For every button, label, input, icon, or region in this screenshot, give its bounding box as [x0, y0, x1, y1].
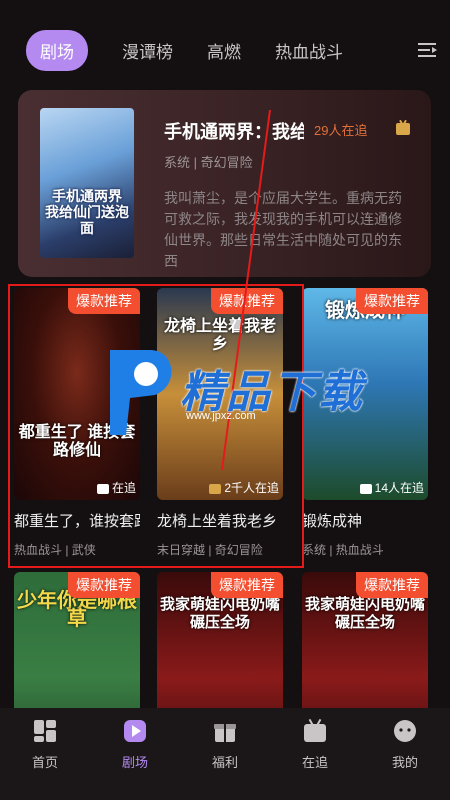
drama-card[interactable]: 龙椅上坐着我老乡 爆款推荐 2千人在追 龙椅上坐着我老乡 末日穿越 | 奇幻冒险	[157, 288, 283, 558]
drama-card[interactable]: 锻炼成神 爆款推荐 14人在追 锻炼成神 系统 | 热血战斗	[302, 288, 428, 558]
drama-cover-text: 都重生了 谁按套路修仙	[18, 424, 136, 459]
drama-cover-text: 我家萌娃闪电奶嘴 碾压全场	[304, 596, 425, 631]
nav-theater-label: 剧场	[121, 755, 148, 770]
profile-icon	[394, 720, 416, 742]
drama-tags: 热血战斗 | 武侠	[14, 543, 96, 557]
follow-count-text: 2千人在追	[224, 481, 279, 495]
tab-high-burn[interactable]: 高燃	[207, 38, 241, 63]
follow-tv-icon	[304, 718, 326, 742]
drama-cover[interactable]: 都重生了 谁按套路修仙 爆款推荐 在追	[14, 288, 140, 500]
nav-profile[interactable]: 我的	[360, 708, 450, 800]
hot-recommend-badge: 爆款推荐	[211, 572, 283, 598]
top-tab-bar: 剧场 漫谭榜 高燃 热血战斗	[0, 0, 450, 100]
drama-name: 龙椅上坐着我老乡	[157, 513, 278, 530]
featured-description: 我叫萧尘，是个应届大学生。重病无药可救之际，我发现我的手机可以连通修仙世界。那些…	[164, 190, 402, 269]
follow-count-text: 14人在追	[374, 481, 424, 495]
gift-icon	[214, 724, 236, 742]
drama-cover-text: 龙椅上坐着我老乡	[163, 318, 276, 353]
hot-recommend-badge: 爆款推荐	[211, 288, 283, 314]
drama-name: 锻炼成神	[302, 513, 363, 530]
nav-theater[interactable]: 剧场	[90, 708, 180, 800]
hot-recommend-badge: 爆款推荐	[356, 572, 428, 598]
drama-tags: 系统 | 热血战斗	[302, 543, 384, 557]
nav-home[interactable]: 首页	[0, 708, 90, 800]
follow-tv-icon	[359, 483, 372, 494]
follow-count-text: 在追	[111, 481, 136, 495]
hot-recommend-badge: 爆款推荐	[68, 288, 140, 314]
nav-following[interactable]: 在追	[270, 708, 360, 800]
drama-cover[interactable]: 龙椅上坐着我老乡 爆款推荐 2千人在追	[157, 288, 283, 500]
featured-cover[interactable]: 手机通两界 我给仙门送泡面	[40, 108, 134, 258]
home-grid-icon	[34, 720, 56, 742]
featured-title: 手机通两界：我给仙门送泡面	[164, 122, 304, 142]
drama-cover[interactable]: 锻炼成神 爆款推荐 14人在追	[302, 288, 428, 500]
featured-follow-count: 29人在追	[314, 123, 368, 138]
drama-tags: 末日穿越 | 奇幻冒险	[157, 543, 263, 557]
follow-count: 2千人在追	[209, 479, 279, 496]
featured-card[interactable]: 手机通两界 我给仙门送泡面 手机通两界：我给仙门送泡面 29人在追 系统 | 奇…	[18, 90, 431, 277]
tab-ranking[interactable]: 漫谭榜	[122, 38, 173, 63]
featured-cover-text: 手机通两界 我给仙门送泡面	[45, 188, 129, 236]
play-icon	[124, 720, 146, 742]
follow-count: 14人在追	[359, 479, 424, 496]
drama-name: 都重生了，谁按套路修仙	[14, 513, 140, 530]
hot-recommend-badge: 爆款推荐	[68, 572, 140, 598]
nav-following-label: 在追	[301, 755, 328, 770]
tab-theater[interactable]: 剧场	[26, 29, 88, 71]
follow-tv-icon	[96, 483, 109, 494]
nav-profile-label: 我的	[391, 755, 418, 770]
nav-welfare-label: 福利	[211, 755, 238, 770]
hot-recommend-badge: 爆款推荐	[356, 288, 428, 314]
tab-hot-blood-battle[interactable]: 热血战斗	[275, 38, 343, 63]
nav-welfare[interactable]: 福利	[180, 708, 270, 800]
follow-tv-icon	[209, 483, 222, 494]
follow-tv-icon[interactable]	[395, 120, 411, 136]
follow-count: 在追	[96, 479, 136, 496]
featured-tags: 系统 | 奇幻冒险	[164, 155, 253, 170]
drama-cover-text: 我家萌娃闪电奶嘴 碾压全场	[159, 596, 280, 631]
drama-card[interactable]: 都重生了 谁按套路修仙 爆款推荐 在追 都重生了，谁按套路修仙 热血战斗 | 武…	[14, 288, 140, 558]
nav-home-label: 首页	[31, 755, 58, 770]
menu-icon[interactable]	[418, 40, 438, 60]
bottom-nav: 首页 剧场 福利 在追 我的	[0, 708, 450, 800]
